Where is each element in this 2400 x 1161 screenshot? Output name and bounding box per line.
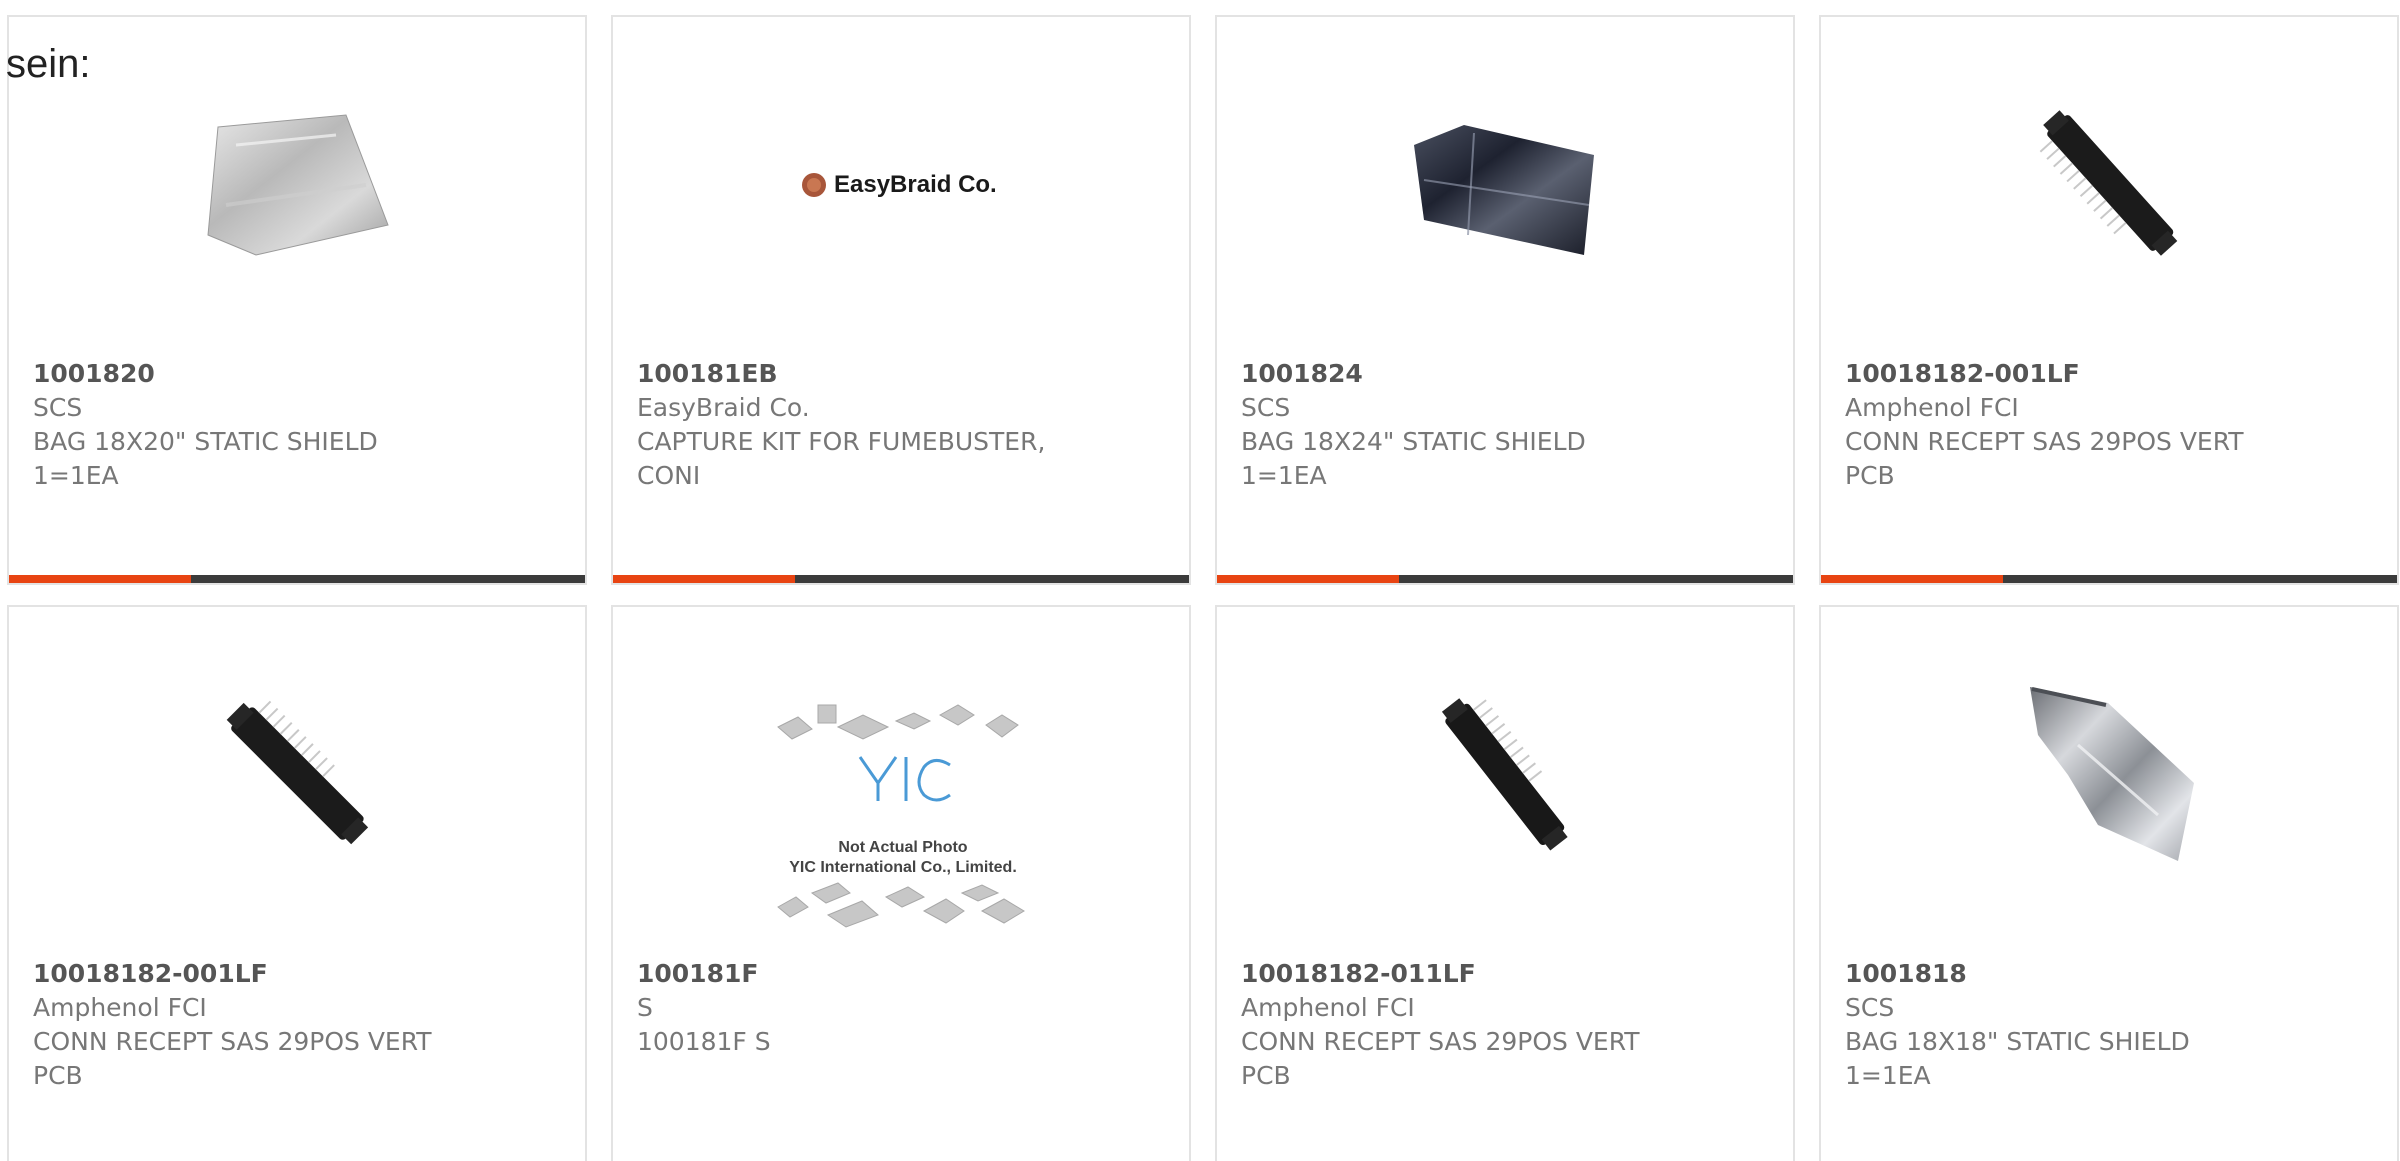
card-accent <box>9 575 191 583</box>
product-card[interactable]: 1001818 SCS BAG 18X18" STATIC SHIELD 1=1… <box>1819 605 2399 1161</box>
product-card[interactable]: EasyBraid Co. 100181EB EasyBraid Co. CAP… <box>611 15 1191 585</box>
product-card[interactable]: 10018182-001LF Amphenol FCI CONN RECEPT … <box>7 605 587 1161</box>
description: CAPTURE KIT FOR FUMEBUSTER, <box>637 427 1046 456</box>
static-bag-icon <box>1414 125 1594 255</box>
part-number[interactable]: 10018182-011LF <box>1241 957 1771 991</box>
connector-icon <box>1441 698 1568 851</box>
manufacturer: EasyBraid Co. <box>637 393 810 422</box>
manufacturer: SCS <box>1241 393 1291 422</box>
description: CONN RECEPT SAS 29POS VERT <box>33 1027 432 1056</box>
card-footer-bar <box>1821 575 2397 583</box>
connector-icon <box>2039 110 2178 256</box>
description-extra: 1=1EA <box>1241 461 1327 490</box>
manufacturer: Amphenol FCI <box>1241 993 1415 1022</box>
part-number[interactable]: 1001824 <box>1241 357 1771 391</box>
manufacturer: Amphenol FCI <box>1845 393 2019 422</box>
part-number[interactable]: 10018182-001LF <box>33 957 563 991</box>
description: BAG 18X20" STATIC SHIELD <box>33 427 378 456</box>
part-number[interactable]: 100181F <box>637 957 1167 991</box>
product-card[interactable]: Not Actual Photo YIC International Co., … <box>611 605 1191 1161</box>
card-footer-bar <box>613 575 1189 583</box>
card-accent <box>1217 575 1399 583</box>
product-card[interactable]: 10018182-001LF Amphenol FCI CONN RECEPT … <box>1819 15 2399 585</box>
product-image[interactable]: Not Actual Photo YIC International Co., … <box>768 697 1038 937</box>
product-card[interactable]: 10018182-011LF Amphenol FCI CONN RECEPT … <box>1215 605 1795 1161</box>
part-number[interactable]: 1001818 <box>1845 957 2375 991</box>
part-number[interactable]: 100181EB <box>637 357 1167 391</box>
product-grid: 1001820 SCS BAG 18X20" STATIC SHIELD 1=1… <box>0 0 2400 1161</box>
product-info: 10018182-011LF Amphenol FCI CONN RECEPT … <box>1241 957 1771 1093</box>
placeholder-caption: Not Actual Photo <box>838 839 968 856</box>
product-image[interactable] <box>196 85 396 285</box>
part-number[interactable]: 1001820 <box>33 357 563 391</box>
product-card[interactable]: 1001820 SCS BAG 18X20" STATIC SHIELD 1=1… <box>7 15 587 585</box>
description: 100181F S <box>637 1027 771 1056</box>
product-card[interactable]: 1001824 SCS BAG 18X24" STATIC SHIELD 1=1… <box>1215 15 1795 585</box>
product-image[interactable]: EasyBraid Co. <box>800 85 1000 285</box>
static-bag-icon <box>2030 687 2194 861</box>
description-extra: PCB <box>1845 461 1895 490</box>
product-image[interactable] <box>1404 675 1604 875</box>
description: CONN RECEPT SAS 29POS VERT <box>1241 1027 1640 1056</box>
product-info: 10018182-001LF Amphenol FCI CONN RECEPT … <box>1845 357 2375 493</box>
partial-heading: sein: <box>6 42 91 86</box>
product-info: 100181EB EasyBraid Co. CAPTURE KIT FOR F… <box>637 357 1167 493</box>
manufacturer: SCS <box>33 393 83 422</box>
yic-placeholder-icon <box>777 704 1025 928</box>
description: BAG 18X18" STATIC SHIELD <box>1845 1027 2190 1056</box>
connector-icon <box>226 700 369 845</box>
description: CONN RECEPT SAS 29POS VERT <box>1845 427 2244 456</box>
card-footer-bar <box>1217 575 1793 583</box>
product-info: 1001818 SCS BAG 18X18" STATIC SHIELD 1=1… <box>1845 957 2375 1093</box>
part-number[interactable]: 10018182-001LF <box>1845 357 2375 391</box>
description-extra: CONI <box>637 461 701 490</box>
placeholder-company: YIC International Co., Limited. <box>789 859 1017 876</box>
description-extra: 1=1EA <box>33 461 119 490</box>
description-extra: PCB <box>1241 1061 1291 1090</box>
product-image[interactable] <box>196 675 396 875</box>
product-image[interactable] <box>2008 675 2208 875</box>
product-image[interactable] <box>2008 85 2208 285</box>
card-accent <box>1821 575 2003 583</box>
description-extra: 1=1EA <box>1845 1061 1931 1090</box>
product-info: 1001824 SCS BAG 18X24" STATIC SHIELD 1=1… <box>1241 357 1771 493</box>
manufacturer: SCS <box>1845 993 1895 1022</box>
product-info: 1001820 SCS BAG 18X20" STATIC SHIELD 1=1… <box>33 357 563 493</box>
logo-text: EasyBraid Co. <box>834 171 997 198</box>
description: BAG 18X24" STATIC SHIELD <box>1241 427 1586 456</box>
product-info: 10018182-001LF Amphenol FCI CONN RECEPT … <box>33 957 563 1093</box>
product-image[interactable] <box>1404 85 1604 285</box>
static-bag-icon <box>207 114 389 256</box>
card-footer-bar <box>9 575 585 583</box>
description-extra: PCB <box>33 1061 83 1090</box>
card-accent <box>613 575 795 583</box>
product-info: 100181F S 100181F S <box>637 957 1167 1059</box>
manufacturer: Amphenol FCI <box>33 993 207 1022</box>
manufacturer: S <box>637 993 653 1022</box>
